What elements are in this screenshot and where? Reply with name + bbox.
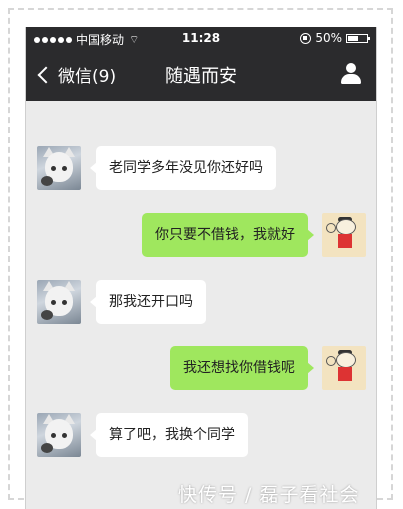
avatar[interactable] <box>322 213 366 257</box>
avatar[interactable] <box>37 413 81 457</box>
contact-info-icon[interactable] <box>340 63 362 85</box>
rotation-lock-icon <box>300 32 312 44</box>
nav-bar: 微信(9) 随遇而安 <box>26 49 376 101</box>
watermark: 快传号 / 磊子看社会 <box>178 484 360 506</box>
message-bubble-incoming[interactable]: 那我还开口吗 <box>90 280 206 324</box>
message-bubble-outgoing[interactable]: 你只要不借钱，我就好 <box>142 213 314 257</box>
avatar[interactable] <box>37 280 81 324</box>
battery-icon <box>346 33 370 43</box>
message-bubble-incoming[interactable]: 算了吧，我换个同学 <box>90 413 248 457</box>
phone-screen: 中国移动 ⌔ 11:28 50% 微信(9) 随遇而安 老同学多年没见你还好吗 <box>25 27 377 509</box>
avatar[interactable] <box>322 346 366 390</box>
message-bubble-outgoing[interactable]: 我还想找你借钱呢 <box>170 346 314 390</box>
battery-percent: 50% <box>315 31 342 45</box>
message-bubble-incoming[interactable]: 老同学多年没见你还好吗 <box>90 146 276 190</box>
chat-title: 随遇而安 <box>165 66 237 87</box>
avatar[interactable] <box>37 146 81 190</box>
status-bar: 中国移动 ⌔ 11:28 50% <box>26 27 376 49</box>
status-right: 50% <box>300 31 370 45</box>
